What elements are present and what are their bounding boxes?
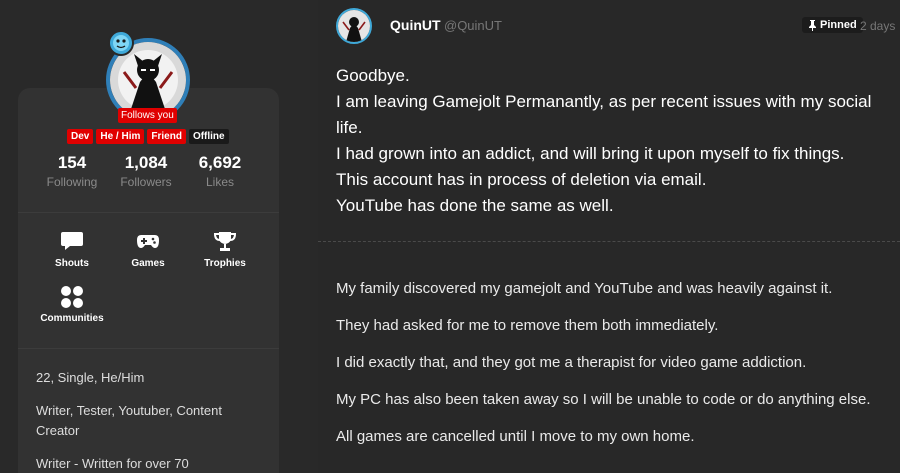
stat-number: 6,692 [198, 153, 242, 172]
stat-label: Likes [205, 175, 234, 189]
post: QuinUT @QuinUT Pinned 2 days Goodbye. I … [318, 0, 900, 473]
chat-bubble-icon [60, 230, 84, 252]
stat-label: Following [46, 175, 98, 189]
divider [18, 212, 279, 213]
gamepad-icon [136, 230, 160, 252]
stat-likes[interactable]: 6,692 Likes [184, 153, 256, 189]
profile-bio: 22, Single, He/Him Writer, Tester, Youtu… [36, 368, 268, 473]
post-author-avatar[interactable] [336, 8, 372, 44]
dashed-divider [318, 241, 900, 242]
post-lead-text: Goodbye. I am leaving Gamejolt Permanant… [336, 63, 898, 219]
post-timestamp[interactable]: 2 days [860, 19, 895, 33]
lead-line: This account has in process of deletion … [336, 170, 707, 189]
body-line: My PC has also been taken away so I will… [336, 391, 871, 408]
status-badge: Offline [188, 129, 229, 144]
nav-trophies[interactable]: Trophies [189, 230, 261, 269]
pin-icon [809, 19, 816, 31]
lead-line: I had grown into an addict, and will bri… [336, 144, 845, 163]
trophy-icon [213, 230, 237, 252]
tag-row: Dev He / Him Friend Offline [67, 129, 229, 144]
communities-icon [60, 285, 84, 308]
nav-shouts[interactable]: Shouts [36, 230, 108, 269]
nav-communities[interactable]: Communities [36, 285, 108, 324]
post-author-name[interactable]: QuinUT [390, 17, 441, 33]
pinned-label: Pinned [820, 19, 857, 31]
tag-pronouns: He / Him [96, 129, 145, 144]
post-author-handle[interactable]: @QuinUT [444, 18, 502, 33]
stat-following[interactable]: 154 Following [36, 153, 108, 189]
stat-number: 1,084 [124, 153, 168, 172]
profile-stats: 154 Following 1,084 Followers 6,692 Like… [36, 153, 256, 189]
bio-line: 22, Single, He/Him [36, 370, 145, 385]
body-line: My family discovered my gamejolt and You… [336, 280, 833, 297]
stat-followers[interactable]: 1,084 Followers [110, 153, 182, 189]
divider [18, 348, 279, 349]
tag-friend: Friend [147, 129, 186, 144]
body-line: They had asked for me to remove them bot… [336, 317, 719, 334]
avatar-badge-icon [108, 30, 134, 56]
nav-games[interactable]: Games [112, 230, 184, 269]
follows-you-badge: Follows you [118, 108, 177, 123]
bio-line: Writer - Written for over 70 [36, 456, 189, 471]
post-body-text: My family discovered my gamejolt and You… [336, 279, 900, 464]
body-line: I did exactly that, and they got me a th… [336, 354, 807, 371]
stat-label: Followers [120, 175, 172, 189]
lead-line: Goodbye. [336, 66, 410, 85]
pinned-badge: Pinned [802, 17, 863, 33]
nav-label: Shouts [55, 258, 89, 269]
lead-line: I am leaving Gamejolt Permanantly, as pe… [336, 92, 872, 137]
stat-number: 154 [57, 153, 87, 172]
tag-dev: Dev [67, 129, 94, 144]
nav-label: Games [131, 258, 165, 269]
lead-line: YouTube has done the same as well. [336, 196, 614, 215]
bio-line: Writer, Tester, Youtuber, Content Creato… [36, 403, 222, 438]
nav-label: Communities [40, 313, 104, 324]
nav-label: Trophies [204, 258, 246, 269]
avatar-image [338, 10, 370, 42]
body-line: All games are cancelled until I move to … [336, 428, 695, 445]
